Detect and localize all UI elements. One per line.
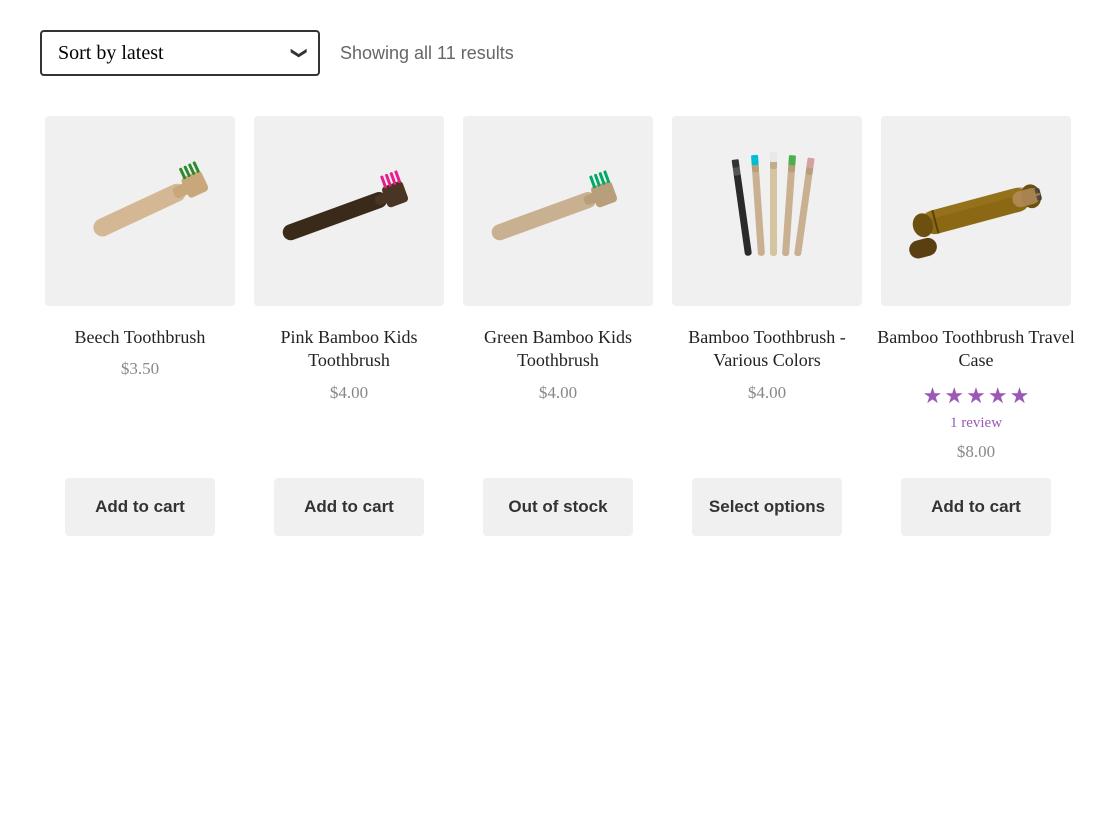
product-stars-travel: ★ ★ ★ ★ ★: [923, 383, 1030, 409]
add-to-cart-beech[interactable]: Add to cart: [65, 478, 215, 536]
product-price-pink: $4.00: [330, 383, 368, 403]
product-card-pink: Pink Bamboo Kids Toothbrush $4.00 Add to…: [249, 116, 449, 536]
sort-select[interactable]: Sort by latest Sort by popularity Sort b…: [40, 30, 320, 76]
select-options-various[interactable]: Select options: [692, 478, 842, 536]
product-name-beech: Beech Toothbrush: [75, 326, 206, 349]
star-5: ★: [1010, 383, 1030, 409]
product-price-green: $4.00: [539, 383, 577, 403]
product-name-various: Bamboo Toothbrush - Various Colors: [667, 326, 867, 373]
product-name-travel: Bamboo Toothbrush Travel Case: [876, 326, 1076, 373]
product-price-travel: $8.00: [957, 442, 995, 462]
product-image-beech: [45, 116, 235, 306]
product-name-pink: Pink Bamboo Kids Toothbrush: [249, 326, 449, 373]
product-card-various: Bamboo Toothbrush - Various Colors $4.00…: [667, 116, 867, 536]
add-to-cart-pink[interactable]: Add to cart: [274, 478, 424, 536]
product-card-beech: Beech Toothbrush $3.50 Add to cart: [40, 116, 240, 536]
product-image-pink: [254, 116, 444, 306]
product-image-various: [672, 116, 862, 306]
product-image-green: [463, 116, 653, 306]
product-price-various: $4.00: [748, 383, 786, 403]
star-4: ★: [988, 383, 1008, 409]
product-name-green: Green Bamboo Kids Toothbrush: [458, 326, 658, 373]
out-of-stock-green: Out of stock: [483, 478, 633, 536]
sort-wrapper: Sort by latest Sort by popularity Sort b…: [40, 30, 320, 76]
star-3: ★: [966, 383, 986, 409]
review-count-travel: 1 review: [950, 415, 1002, 432]
product-price-beech: $3.50: [121, 359, 159, 379]
star-1: ★: [923, 383, 943, 409]
add-to-cart-travel[interactable]: Add to cart: [901, 478, 1051, 536]
toolbar: Sort by latest Sort by popularity Sort b…: [40, 30, 1076, 76]
product-card-green: Green Bamboo Kids Toothbrush $4.00 Out o…: [458, 116, 658, 536]
star-2: ★: [944, 383, 964, 409]
product-card-travel: Bamboo Toothbrush Travel Case ★ ★ ★ ★ ★ …: [876, 116, 1076, 536]
product-image-travel: [881, 116, 1071, 306]
products-grid: Beech Toothbrush $3.50 Add to cart: [40, 116, 1076, 536]
results-text: Showing all 11 results: [340, 43, 514, 64]
